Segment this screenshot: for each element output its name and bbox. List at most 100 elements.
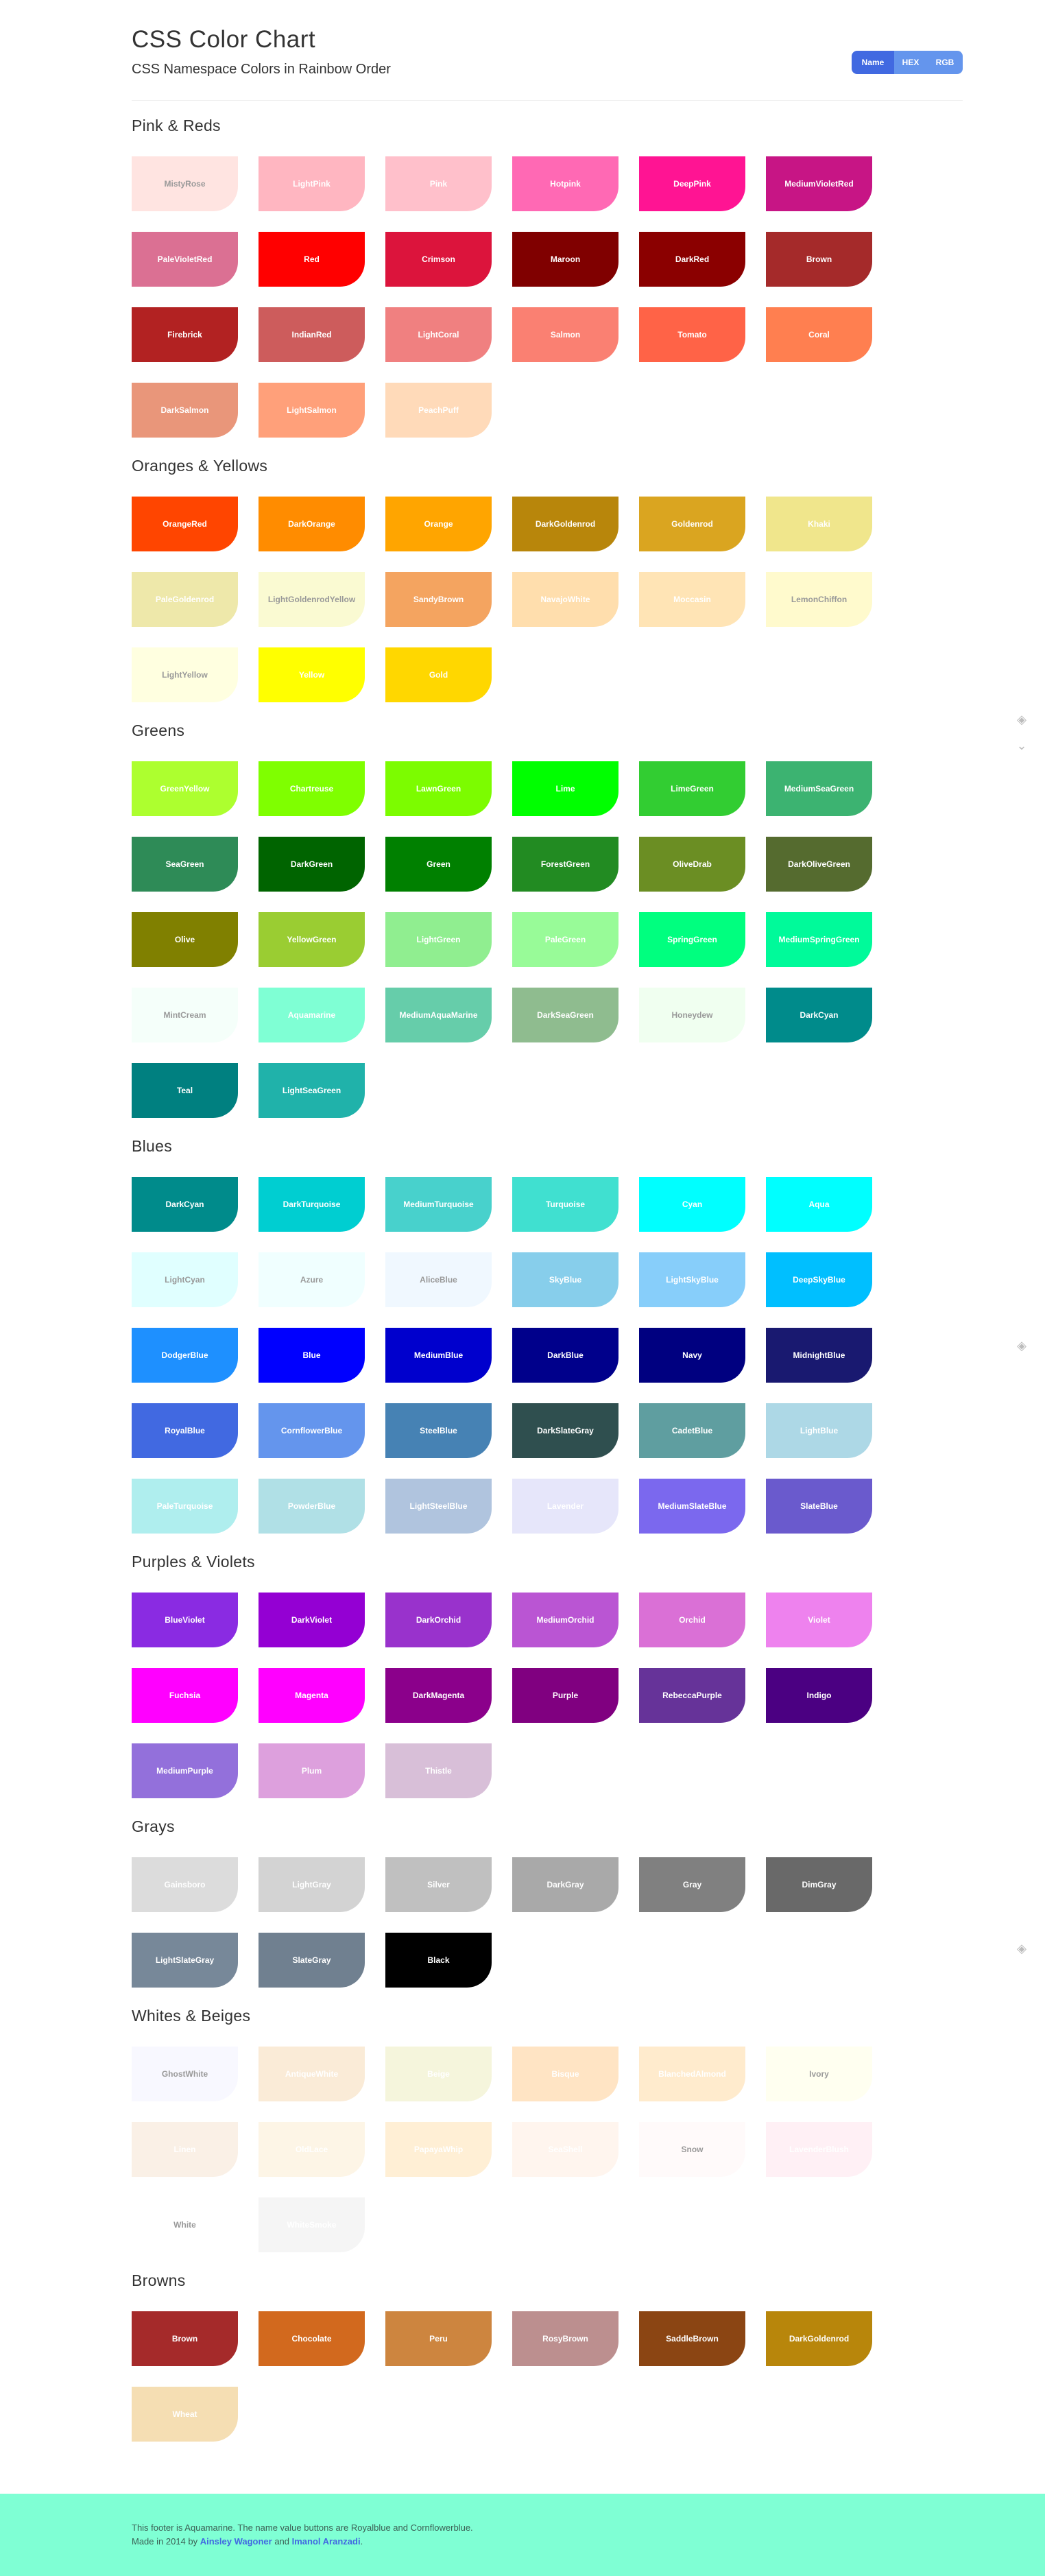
swatch-hotpink[interactable]: Hotpink: [512, 156, 618, 211]
swatch-lightyellow[interactable]: LightYellow: [132, 647, 238, 702]
swatch-purple[interactable]: Purple: [512, 1668, 618, 1723]
swatch-mistyrose[interactable]: MistyRose: [132, 156, 238, 211]
swatch-cyan[interactable]: Cyan: [639, 1177, 745, 1232]
swatch-springgreen[interactable]: SpringGreen: [639, 912, 745, 967]
swatch-orangered[interactable]: OrangeRed: [132, 497, 238, 551]
swatch-red[interactable]: Red: [259, 232, 365, 287]
swatch-forestgreen[interactable]: ForestGreen: [512, 837, 618, 892]
swatch-chocolate[interactable]: Chocolate: [259, 2311, 365, 2366]
swatch-navy[interactable]: Navy: [639, 1328, 745, 1383]
swatch-cornflowerblue[interactable]: CornflowerBlue: [259, 1403, 365, 1458]
swatch-bisque[interactable]: Bisque: [512, 2047, 618, 2101]
author-link-ainsley[interactable]: Ainsley Wagoner: [200, 2536, 272, 2547]
swatch-gray[interactable]: Gray: [639, 1857, 745, 1912]
swatch-deepskyblue[interactable]: DeepSkyBlue: [766, 1252, 872, 1307]
diamond-arrow-icon[interactable]: ◈: [1013, 713, 1030, 726]
swatch-crimson[interactable]: Crimson: [385, 232, 492, 287]
swatch-sandybrown[interactable]: SandyBrown: [385, 572, 492, 627]
swatch-honeydew[interactable]: Honeydew: [639, 988, 745, 1042]
swatch-paleturquoise[interactable]: PaleTurquoise: [132, 1479, 238, 1534]
swatch-darkmagenta[interactable]: DarkMagenta: [385, 1668, 492, 1723]
swatch-lightgoldenrodyellow[interactable]: LightGoldenrodYellow: [259, 572, 365, 627]
swatch-yellowgreen[interactable]: YellowGreen: [259, 912, 365, 967]
swatch-darkcyan[interactable]: DarkCyan: [766, 988, 872, 1042]
swatch-pink[interactable]: Pink: [385, 156, 492, 211]
rgb-button[interactable]: RGB: [927, 51, 963, 74]
swatch-indianred[interactable]: IndianRed: [259, 307, 365, 362]
swatch-antiquewhite[interactable]: AntiqueWhite: [259, 2047, 365, 2101]
swatch-mediumspringgreen[interactable]: MediumSpringGreen: [766, 912, 872, 967]
swatch-oldlace[interactable]: OldLace: [259, 2122, 365, 2177]
swatch-fuchsia[interactable]: Fuchsia: [132, 1668, 238, 1723]
swatch-mediumblue[interactable]: MediumBlue: [385, 1328, 492, 1383]
swatch-blueviolet[interactable]: BlueViolet: [132, 1593, 238, 1647]
swatch-midnightblue[interactable]: MidnightBlue: [766, 1328, 872, 1383]
swatch-greenyellow[interactable]: GreenYellow: [132, 761, 238, 816]
swatch-darkgoldenrod[interactable]: DarkGoldenrod: [766, 2311, 872, 2366]
swatch-mediumvioletred[interactable]: MediumVioletRed: [766, 156, 872, 211]
swatch-dimgray[interactable]: DimGray: [766, 1857, 872, 1912]
swatch-mediumslateblue[interactable]: MediumSlateBlue: [639, 1479, 745, 1534]
swatch-teal[interactable]: Teal: [132, 1063, 238, 1118]
swatch-darkslategray[interactable]: DarkSlateGray: [512, 1403, 618, 1458]
swatch-rebeccapurple[interactable]: RebeccaPurple: [639, 1668, 745, 1723]
swatch-goldenrod[interactable]: Goldenrod: [639, 497, 745, 551]
swatch-green[interactable]: Green: [385, 837, 492, 892]
swatch-mediumpurple[interactable]: MediumPurple: [132, 1743, 238, 1798]
swatch-peru[interactable]: Peru: [385, 2311, 492, 2366]
swatch-palegreen[interactable]: PaleGreen: [512, 912, 618, 967]
swatch-blue[interactable]: Blue: [259, 1328, 365, 1383]
swatch-slateblue[interactable]: SlateBlue: [766, 1479, 872, 1534]
swatch-plum[interactable]: Plum: [259, 1743, 365, 1798]
swatch-lightgray[interactable]: LightGray: [259, 1857, 365, 1912]
swatch-rosybrown[interactable]: RosyBrown: [512, 2311, 618, 2366]
swatch-darkgoldenrod[interactable]: DarkGoldenrod: [512, 497, 618, 551]
swatch-aquamarine[interactable]: Aquamarine: [259, 988, 365, 1042]
swatch-olivedrab[interactable]: OliveDrab: [639, 837, 745, 892]
swatch-seashell[interactable]: SeaShell: [512, 2122, 618, 2177]
swatch-thistle[interactable]: Thistle: [385, 1743, 492, 1798]
swatch-lightgreen[interactable]: LightGreen: [385, 912, 492, 967]
hex-button[interactable]: HEX: [894, 51, 927, 74]
swatch-whitesmoke[interactable]: WhiteSmoke: [259, 2197, 365, 2252]
swatch-cadetblue[interactable]: CadetBlue: [639, 1403, 745, 1458]
diamond-arrow-icon[interactable]: ◈: [1013, 1942, 1030, 1955]
swatch-darkcyan[interactable]: DarkCyan: [132, 1177, 238, 1232]
swatch-orange[interactable]: Orange: [385, 497, 492, 551]
swatch-mediumturquoise[interactable]: MediumTurquoise: [385, 1177, 492, 1232]
swatch-lightpink[interactable]: LightPink: [259, 156, 365, 211]
swatch-slategray[interactable]: SlateGray: [259, 1933, 365, 1988]
swatch-palevioletred[interactable]: PaleVioletRed: [132, 232, 238, 287]
swatch-lightskyblue[interactable]: LightSkyBlue: [639, 1252, 745, 1307]
swatch-maroon[interactable]: Maroon: [512, 232, 618, 287]
swatch-lightcyan[interactable]: LightCyan: [132, 1252, 238, 1307]
swatch-orchid[interactable]: Orchid: [639, 1593, 745, 1647]
swatch-blanchedalmond[interactable]: BlanchedAlmond: [639, 2047, 745, 2101]
swatch-lightsteelblue[interactable]: LightSteelBlue: [385, 1479, 492, 1534]
swatch-azure[interactable]: Azure: [259, 1252, 365, 1307]
swatch-deeppink[interactable]: DeepPink: [639, 156, 745, 211]
swatch-mediumorchid[interactable]: MediumOrchid: [512, 1593, 618, 1647]
swatch-limegreen[interactable]: LimeGreen: [639, 761, 745, 816]
swatch-lime[interactable]: Lime: [512, 761, 618, 816]
swatch-palegoldenrod[interactable]: PaleGoldenrod: [132, 572, 238, 627]
swatch-lawngreen[interactable]: LawnGreen: [385, 761, 492, 816]
swatch-white[interactable]: White: [132, 2197, 238, 2252]
swatch-lightslategray[interactable]: LightSlateGray: [132, 1933, 238, 1988]
swatch-darkblue[interactable]: DarkBlue: [512, 1328, 618, 1383]
swatch-yellow[interactable]: Yellow: [259, 647, 365, 702]
swatch-gainsboro[interactable]: Gainsboro: [132, 1857, 238, 1912]
swatch-saddlebrown[interactable]: SaddleBrown: [639, 2311, 745, 2366]
swatch-darkred[interactable]: DarkRed: [639, 232, 745, 287]
swatch-darkgray[interactable]: DarkGray: [512, 1857, 618, 1912]
swatch-violet[interactable]: Violet: [766, 1593, 872, 1647]
swatch-darkgreen[interactable]: DarkGreen: [259, 837, 365, 892]
swatch-lavender[interactable]: Lavender: [512, 1479, 618, 1534]
swatch-lightcoral[interactable]: LightCoral: [385, 307, 492, 362]
swatch-powderblue[interactable]: PowderBlue: [259, 1479, 365, 1534]
swatch-firebrick[interactable]: Firebrick: [132, 307, 238, 362]
swatch-gold[interactable]: Gold: [385, 647, 492, 702]
swatch-khaki[interactable]: Khaki: [766, 497, 872, 551]
swatch-brown[interactable]: Brown: [766, 232, 872, 287]
swatch-darkseagreen[interactable]: DarkSeaGreen: [512, 988, 618, 1042]
